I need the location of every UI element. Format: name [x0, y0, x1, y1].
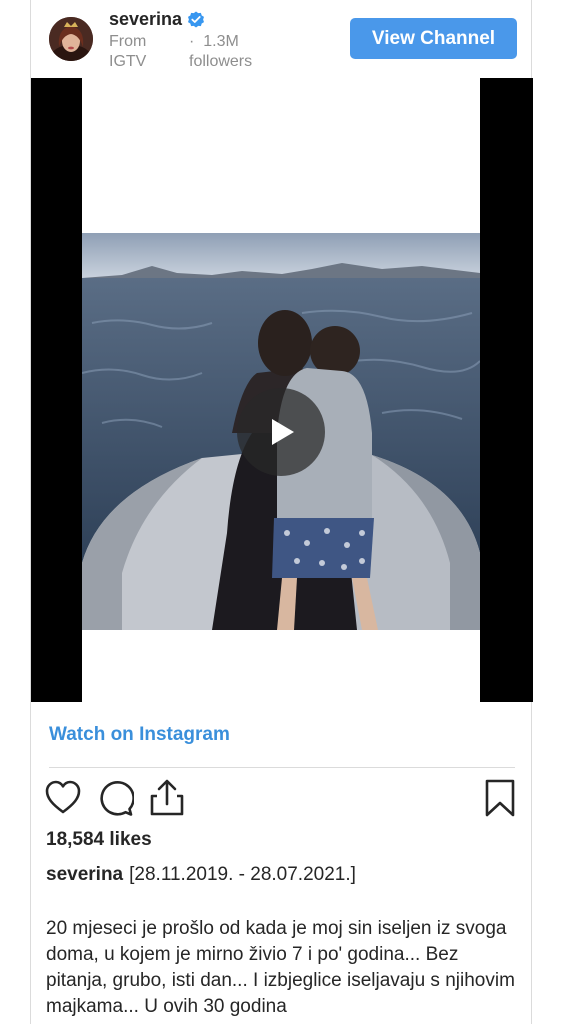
- meta-separator: ·: [189, 33, 195, 50]
- video-player[interactable]: [31, 78, 533, 702]
- post-header: severina From IGTV · 1.3M followers View…: [31, 0, 531, 78]
- likes-count[interactable]: 18,584 likes: [46, 829, 152, 851]
- comment-icon[interactable]: [96, 778, 134, 818]
- igtv-embed-card: severina From IGTV · 1.3M followers View…: [30, 0, 533, 1024]
- bookmark-icon[interactable]: [481, 778, 519, 818]
- action-bar: [31, 778, 531, 822]
- caption-date-range: [28.11.2019. - 28.07.2021.]: [129, 864, 356, 885]
- from-label: From: [109, 33, 147, 50]
- verified-badge-icon: [188, 11, 205, 27]
- watch-on-instagram-link[interactable]: Watch on Instagram: [49, 724, 230, 746]
- play-icon: [272, 419, 294, 445]
- username[interactable]: severina: [109, 9, 182, 30]
- username-row: severina: [109, 9, 205, 30]
- followers-count: 1.3M: [203, 33, 239, 50]
- play-button[interactable]: [237, 388, 325, 476]
- caption-text: 20 mjeseci je prošlo od kada je moj sin …: [46, 918, 515, 1017]
- view-channel-button[interactable]: View Channel: [350, 18, 517, 59]
- heart-icon[interactable]: [44, 778, 82, 818]
- followers-label: followers: [189, 53, 253, 70]
- caption-header: severina [28.11.2019. - 28.07.2021.]: [46, 864, 356, 886]
- caption-username[interactable]: severina: [46, 864, 123, 885]
- avatar[interactable]: [49, 17, 93, 61]
- share-icon[interactable]: [148, 778, 186, 818]
- source-label: IGTV: [109, 53, 147, 70]
- divider: [49, 767, 515, 768]
